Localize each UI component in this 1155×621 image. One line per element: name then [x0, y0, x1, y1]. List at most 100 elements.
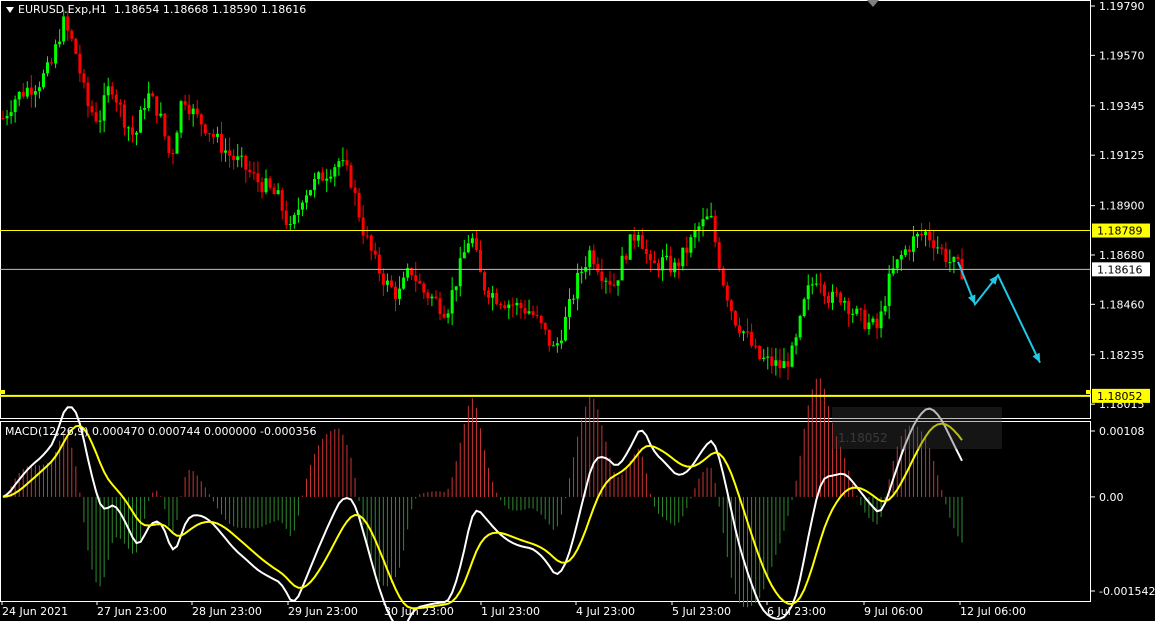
- candle-body: [762, 357, 766, 360]
- ghost-price-tooltip: 1.18052: [832, 407, 1002, 449]
- candle-body: [377, 254, 381, 274]
- candle-body: [701, 219, 705, 227]
- forecast-arrow-path[interactable]: [957, 261, 1041, 364]
- time-tick-label: 5 Jul 23:00: [672, 605, 731, 618]
- candle-body: [74, 38, 78, 54]
- candle-body: [466, 243, 470, 253]
- dropdown-triangle-icon[interactable]: [6, 7, 14, 13]
- candle-body: [280, 190, 284, 211]
- candle-body: [956, 256, 960, 260]
- candle-body: [110, 86, 114, 95]
- candle-body: [572, 298, 576, 300]
- candle-body: [454, 286, 458, 291]
- candle-body: [163, 113, 167, 137]
- candle-body: [70, 30, 74, 39]
- candle-body: [345, 160, 349, 166]
- candle-body: [531, 311, 535, 316]
- candle-body: [628, 234, 632, 260]
- support-line-handle-right[interactable]: [1086, 390, 1091, 394]
- candle-body: [499, 303, 503, 306]
- candle-body: [114, 94, 118, 103]
- candle-body: [462, 252, 466, 259]
- candle-body: [143, 108, 147, 110]
- candle-body: [624, 255, 628, 260]
- candle-body: [402, 277, 406, 289]
- candle-body: [167, 136, 171, 154]
- time-tick-label: 9 Jul 06:00: [864, 605, 923, 618]
- candle-body: [365, 235, 369, 237]
- candle-body: [147, 93, 151, 109]
- candle-body: [272, 187, 276, 195]
- candle-body: [215, 133, 219, 137]
- candle-body: [495, 293, 499, 304]
- candle-body: [357, 192, 361, 218]
- candle-body: [135, 132, 139, 135]
- candle-body: [887, 273, 891, 306]
- candle-body: [341, 160, 345, 162]
- candle-body: [244, 155, 248, 170]
- candle-body: [304, 195, 308, 203]
- candle-body: [470, 238, 474, 244]
- candle-body: [333, 167, 337, 177]
- candle-body: [256, 173, 260, 183]
- chart-canvas[interactable]: 1.19790 1.19570 1.19345 1.19125 1.18900 1.186…: [0, 0, 1155, 621]
- candle-body: [54, 44, 58, 64]
- price-tick-label: 1.19570: [1099, 49, 1145, 62]
- candle-body: [426, 292, 430, 299]
- candle-body: [442, 313, 446, 318]
- time-tick-label: 24 Jun 2021: [2, 605, 68, 618]
- ohlc-values: 1.18654 1.18668 1.18590 1.18616: [113, 3, 307, 16]
- candle-body: [361, 217, 365, 236]
- candle-body: [924, 231, 928, 235]
- candle-body: [539, 316, 543, 324]
- candle-body: [9, 112, 13, 116]
- level-tag-label: 1.18789: [1097, 225, 1143, 238]
- candle-body: [458, 258, 462, 287]
- candle-body: [697, 226, 701, 231]
- candle-body: [652, 260, 656, 264]
- candle-body: [171, 153, 175, 155]
- candle-body: [567, 299, 571, 317]
- time-tick-label: 29 Jun 23:00: [288, 605, 358, 618]
- level-tag-label: 1.18616: [1097, 263, 1143, 276]
- candle-body: [264, 178, 268, 193]
- candle-body: [292, 215, 296, 225]
- candle-body: [717, 242, 721, 269]
- candle-body: [515, 302, 519, 306]
- candle-body: [41, 73, 45, 88]
- chart-shift-marker-icon[interactable]: [867, 0, 879, 7]
- candle-body: [580, 271, 584, 273]
- symbol-label: EURUSD.Exp,H1: [18, 3, 107, 16]
- candle-body: [276, 190, 280, 195]
- candle-body: [175, 132, 179, 154]
- macd-axis: 0.00108 0.00 -0.001542: [1090, 425, 1155, 598]
- candle-body: [94, 112, 98, 122]
- candle-body: [915, 233, 919, 237]
- support-line-handle-left[interactable]: [0, 390, 5, 394]
- candle-body: [685, 247, 689, 253]
- candle-body: [920, 233, 924, 235]
- candle-body: [422, 283, 426, 293]
- candle-body: [130, 127, 134, 135]
- candle-body: [794, 337, 798, 346]
- time-tick-label: 30 Jun 23:00: [384, 605, 454, 618]
- candle-body: [648, 254, 652, 261]
- candle-body: [337, 161, 341, 168]
- candle-body: [207, 133, 211, 135]
- candle-body: [843, 300, 847, 303]
- candle-body: [446, 313, 450, 318]
- candle-body: [187, 104, 191, 115]
- candle-body: [29, 87, 33, 95]
- candle-body: [835, 291, 839, 293]
- time-tick-label: 6 Jul 23:00: [767, 605, 826, 618]
- candle-body: [855, 308, 859, 314]
- candle-body: [296, 209, 300, 216]
- candle-body: [5, 115, 9, 119]
- candle-body: [118, 102, 122, 105]
- candle-body: [863, 309, 867, 330]
- candle-body: [1, 118, 5, 120]
- candle-body: [551, 345, 555, 347]
- candle-body: [155, 96, 159, 116]
- candle-body: [741, 331, 745, 333]
- candle-body: [608, 280, 612, 285]
